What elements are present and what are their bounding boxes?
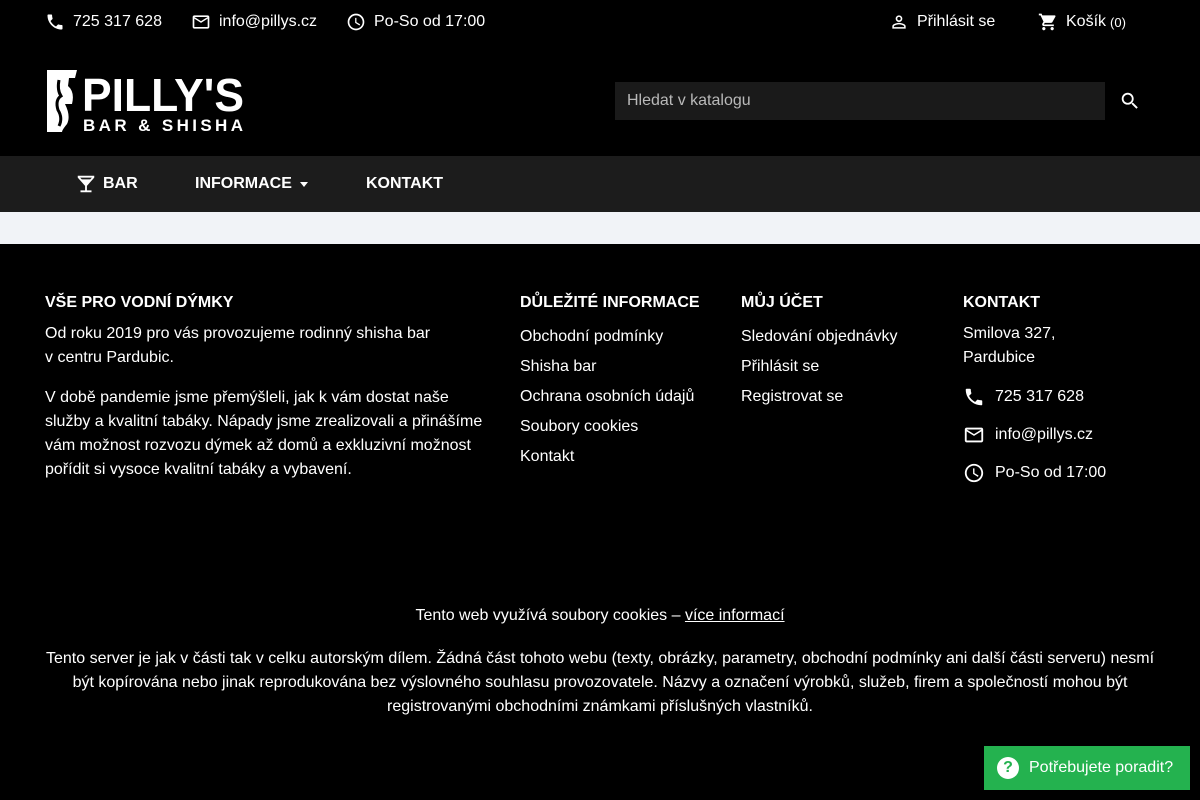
footer-email-link[interactable]: info@pillys.cz: [963, 424, 1163, 446]
cart-link[interactable]: Košík (0): [1038, 12, 1126, 32]
clock-icon: [347, 13, 365, 31]
main-nav: BAR INFORMACE KONTAKT: [0, 156, 1200, 212]
footer-info-title: DŮLEŽITÉ INFORMACE: [520, 294, 700, 311]
footer-about-title: VŠE PRO VODNÍ DÝMKY: [45, 294, 234, 311]
top-hours: Po-So od 17:00: [346, 12, 485, 32]
footer-info: DŮLEŽITÉ INFORMACE Obchodní podmínky Shi…: [520, 294, 720, 472]
cocktail-icon: [77, 175, 95, 193]
footer-email-text: info@pillys.cz: [995, 426, 1094, 443]
caret-down-icon: [299, 181, 308, 187]
footer-phone-text: 725 317 628: [995, 388, 1084, 405]
phone-icon: [965, 388, 983, 406]
nav-contact-label: KONTAKT: [366, 175, 444, 192]
cart-icon: [1038, 13, 1056, 31]
footer-link-kontakt[interactable]: Kontakt: [520, 448, 574, 465]
top-phone-text: 725 317 628: [73, 13, 162, 30]
footer-link-cookies[interactable]: Soubory cookies: [520, 418, 638, 435]
footer-about-text-1: Od roku 2019 pro vás provozujeme rodinný…: [45, 322, 490, 370]
logo-sub-text: BAR & SHISHA: [83, 116, 243, 132]
footer-link-ochrana-udaju[interactable]: Ochrana osobních údajů: [520, 388, 694, 405]
user-icon: [892, 15, 906, 29]
footer-hours: Po-So od 17:00: [963, 462, 1163, 484]
footer-hours-text: Po-So od 17:00: [995, 464, 1107, 481]
cookie-text: Tento web využívá soubory cookies –: [415, 607, 681, 624]
footer-link-obchodni-podminky[interactable]: Obchodní podmínky: [520, 328, 663, 345]
footer-address-line-1: Smilova 327,: [963, 325, 1056, 342]
footer-address-line-2: Pardubice: [963, 349, 1036, 366]
site-logo[interactable]: PILLY'S BAR & SHISHA: [45, 69, 245, 135]
nav-item-informace[interactable]: INFORMACE: [195, 175, 308, 193]
footer-link-order-tracking[interactable]: Sledování objednávky: [741, 328, 898, 345]
clock-icon: [964, 463, 984, 483]
login-link[interactable]: Přihlásit se: [889, 12, 995, 32]
nav-item-kontakt[interactable]: KONTAKT: [366, 175, 443, 193]
top-email-link[interactable]: info@pillys.cz: [191, 12, 317, 32]
pillys-logo-icon: PILLY'S BAR & SHISHA: [47, 69, 244, 135]
top-phone-link[interactable]: 725 317 628: [45, 12, 162, 32]
footer-about-text-2: V době pandemie jsme přemýšleli, jak k v…: [45, 389, 483, 478]
search-button[interactable]: [1117, 88, 1143, 114]
help-question-icon: ?: [997, 757, 1019, 779]
help-chat-button[interactable]: ? Potřebujete poradit?: [984, 746, 1190, 790]
help-label: Potřebujete poradit?: [1029, 759, 1174, 776]
nav-item-bar[interactable]: BAR: [75, 173, 138, 195]
nav-bar-label: BAR: [103, 175, 138, 192]
footer-about: VŠE PRO VODNÍ DÝMKY Od roku 2019 pro vás…: [45, 294, 490, 482]
footer-link-shisha-bar[interactable]: Shisha bar: [520, 358, 597, 375]
phone-icon: [47, 14, 63, 30]
footer-about-line-1: Od roku 2019 pro vás provozujeme rodinný…: [45, 325, 431, 342]
content-strip: [0, 212, 1200, 244]
footer-link-login[interactable]: Přihlásit se: [741, 358, 819, 375]
footer-contact: KONTAKT Smilova 327, Pardubice 725 317 6…: [963, 294, 1163, 484]
cookie-note: Tento web využívá soubory cookies – více…: [0, 607, 1200, 625]
top-email-text: info@pillys.cz: [219, 13, 318, 30]
footer-account: MŮJ ÚČET Sledování objednávky Přihlásit …: [741, 294, 941, 412]
search-input[interactable]: [615, 82, 1105, 120]
login-text: Přihlásit se: [917, 13, 996, 30]
mail-icon: [192, 15, 210, 29]
footer-about-line-2: v centru Pardubic.: [45, 349, 174, 366]
footer-account-title: MŮJ ÚČET: [741, 294, 823, 311]
footer-contact-title: KONTAKT: [963, 294, 1041, 311]
mail-icon: [964, 427, 984, 443]
top-bar: 725 317 628 info@pillys.cz Po-So od 17:0…: [0, 0, 1200, 46]
cart-label: Košík: [1066, 13, 1107, 30]
cookie-more-info-link[interactable]: více informací: [685, 607, 785, 624]
copyright-text: Tento server je jak v části tak v celku …: [45, 650, 1155, 715]
footer-phone-link[interactable]: 725 317 628: [963, 386, 1163, 408]
cart-count: (0): [1110, 14, 1126, 30]
top-hours-text: Po-So od 17:00: [374, 13, 486, 30]
footer-address: Smilova 327, Pardubice: [963, 322, 1163, 370]
footer-link-register[interactable]: Registrovat se: [741, 388, 843, 405]
search-icon: [1121, 92, 1138, 109]
logo-main-text: PILLY'S: [82, 70, 244, 121]
nav-info-label: INFORMACE: [195, 175, 292, 192]
